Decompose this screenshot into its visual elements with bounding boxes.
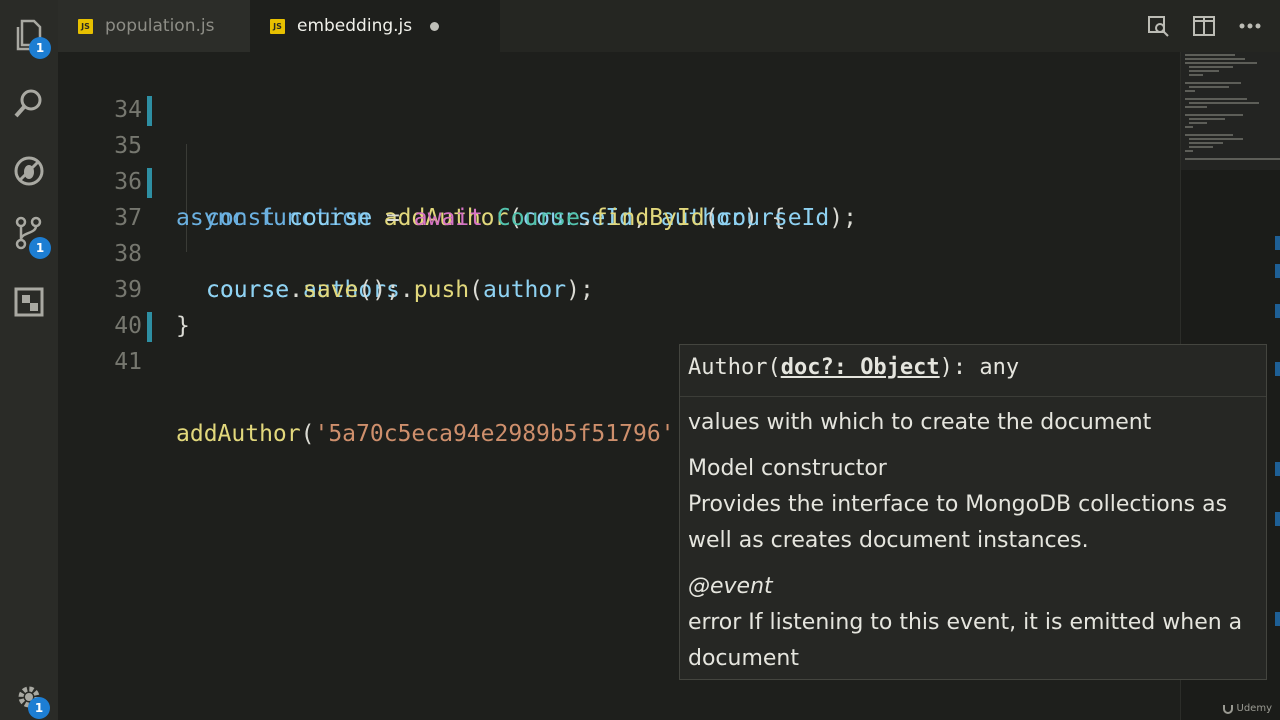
- code-line: 39 }: [58, 236, 1180, 339]
- debug-icon[interactable]: [8, 150, 50, 192]
- explorer-icon[interactable]: 1: [8, 14, 51, 59]
- minimap-change-marker: [1275, 264, 1280, 278]
- code-line: 41 addAuthor('5a70c5eca94e2989b5f51796',…: [58, 308, 1180, 448]
- minimap-change-marker: [1275, 612, 1280, 626]
- doc-description: Provides the interface to MongoDB collec…: [688, 492, 1228, 553]
- js-file-icon: JS: [270, 18, 285, 34]
- modified-line-indicator[interactable]: [147, 312, 152, 342]
- doc-tag: @event: [688, 574, 773, 599]
- activity-bar: 1 1 1: [0, 0, 58, 720]
- source-control-badge: 1: [29, 237, 51, 259]
- watermark: Udemy: [1222, 703, 1272, 714]
- divider: [680, 396, 1266, 397]
- code-line: 40: [58, 272, 1180, 339]
- split-editor-icon[interactable]: [1190, 12, 1218, 40]
- search-icon[interactable]: [8, 82, 50, 124]
- js-file-icon: JS: [78, 18, 93, 34]
- modified-line-indicator[interactable]: [147, 168, 152, 198]
- minimap-change-marker: [1275, 512, 1280, 526]
- editor-actions: [1144, 12, 1264, 40]
- code-line: 35 async function addAuthor(courseId, au…: [58, 92, 1180, 231]
- minimap-change-marker: [1275, 236, 1280, 250]
- udemy-logo-icon: [1222, 704, 1233, 714]
- tab-population-js[interactable]: JS population.js: [58, 0, 250, 52]
- parameter-doc: values with which to create the document: [688, 410, 1152, 435]
- doc-title: Model constructor: [688, 456, 887, 481]
- modified-line-indicator[interactable]: [147, 96, 152, 126]
- settings-gear-icon[interactable]: 1: [8, 676, 50, 719]
- tab-label: embedding.js: [297, 16, 413, 36]
- doc-tag-description: error If listening to this event, it is …: [688, 610, 1243, 671]
- line-number: 41: [114, 349, 142, 375]
- extensions-icon[interactable]: [8, 281, 50, 323]
- open-changes-icon[interactable]: [1144, 12, 1172, 40]
- code-line: 37 course.authors.push(author);: [58, 164, 1180, 303]
- signature: Author(doc?: Object): any: [688, 355, 1020, 380]
- unsaved-dot-icon[interactable]: [430, 21, 440, 31]
- more-actions-icon[interactable]: [1236, 12, 1264, 40]
- minimap-change-marker: [1275, 304, 1280, 318]
- settings-badge: 1: [28, 697, 50, 719]
- source-control-icon[interactable]: 1: [8, 212, 51, 259]
- minimap-change-marker: [1275, 462, 1280, 476]
- active-parameter: doc?: Object: [780, 355, 940, 380]
- explorer-badge: 1: [29, 37, 51, 59]
- tab-bar: JS population.js JS embedding.js: [58, 0, 1280, 52]
- minimap-change-marker: [1275, 362, 1280, 376]
- intellisense-hover-popup: Author(doc?: Object): any values with wh…: [679, 344, 1267, 680]
- code-line: 38 course.save();: [58, 200, 1180, 303]
- code-line: 36 const course = await Course.findById(…: [58, 128, 1180, 231]
- tab-embedding-js[interactable]: JS embedding.js: [250, 0, 500, 52]
- tab-label: population.js: [105, 16, 215, 36]
- code-line: 34: [58, 56, 1180, 123]
